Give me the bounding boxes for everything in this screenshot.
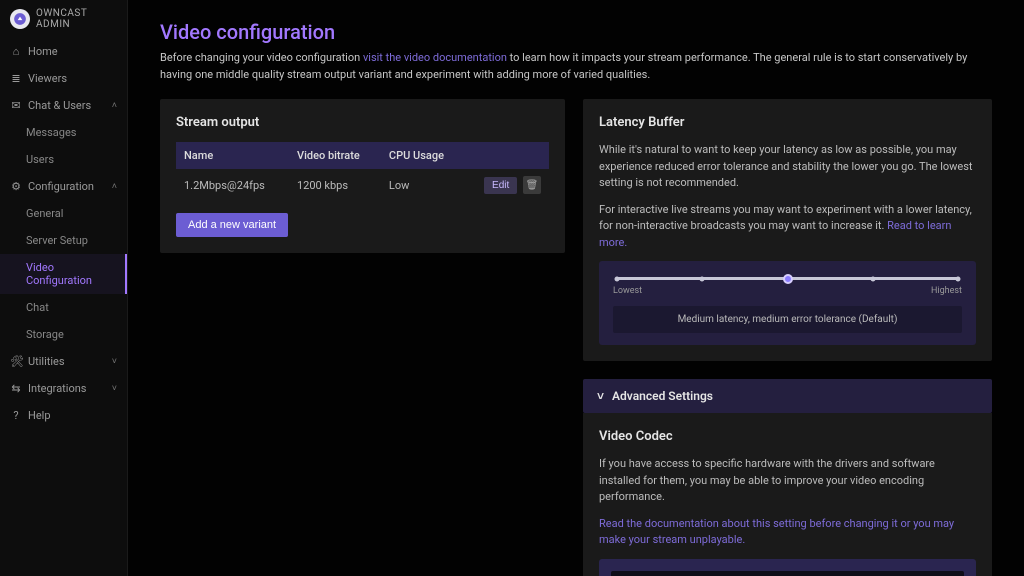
codec-title: Video Codec [599, 429, 976, 444]
col-name: Name [176, 142, 289, 169]
help-icon: ? [10, 409, 22, 422]
brand-line2: ADMIN [36, 19, 87, 30]
slider-track[interactable] [617, 277, 958, 280]
chevron-up-icon: ˄ [112, 181, 117, 192]
col-cpu: CPU Usage [381, 142, 464, 169]
variants-table: Name Video bitrate CPU Usage 1.2Mbps@24f… [176, 142, 549, 201]
nav-utilities[interactable]: 🛠 Utilities ˅ [0, 348, 127, 375]
gear-icon: ⚙ [10, 180, 22, 193]
brand-line1: OWNCAST [36, 8, 87, 19]
nav-video-configuration[interactable]: Video Configuration [0, 254, 127, 294]
codec-select[interactable]: Default (libx264) [611, 571, 964, 576]
chevron-down-icon: ˅ [112, 383, 117, 394]
tool-icon: 🛠 [10, 355, 22, 368]
viewers-icon: ≣ [10, 72, 22, 85]
chevron-down-icon: ˅ [597, 389, 604, 403]
chat-icon: ✉ [10, 99, 22, 112]
latency-desc2: For interactive live streams you may wan… [599, 202, 976, 252]
nav-chat[interactable]: Chat [0, 294, 127, 321]
main-content: Video configuration Before changing your… [128, 0, 1024, 576]
advanced-settings-toggle[interactable]: ˅ Advanced Settings [583, 379, 992, 413]
codec-desc: If you have access to specific hardware … [599, 456, 976, 506]
nav-users[interactable]: Users [0, 146, 127, 173]
latency-title: Latency Buffer [599, 115, 976, 130]
stream-output-panel: Stream output Name Video bitrate CPU Usa… [160, 99, 565, 253]
owncast-logo [10, 9, 30, 29]
slider-handle[interactable] [783, 274, 793, 284]
add-variant-button[interactable]: Add a new variant [176, 213, 288, 237]
latency-desc1: While it's natural to want to keep your … [599, 142, 976, 192]
page-title: Video configuration [160, 20, 992, 44]
advanced-settings-section: ˅ Advanced Settings Video Codec If you h… [583, 379, 992, 576]
latency-panel: Latency Buffer While it's natural to wan… [583, 99, 992, 361]
nav-chat-users[interactable]: ✉ Chat & Users ˄ [0, 92, 127, 119]
nav-server-setup[interactable]: Server Setup [0, 227, 127, 254]
sidebar: OWNCAST ADMIN ⌂ Home ≣ Viewers ✉ Chat & … [0, 0, 128, 576]
chevron-down-icon: ˅ [112, 356, 117, 367]
nav-storage[interactable]: Storage [0, 321, 127, 348]
edit-button[interactable]: Edit [484, 177, 517, 194]
page-intro: Before changing your video configuration… [160, 50, 992, 83]
stream-output-title: Stream output [176, 115, 549, 130]
nav-help[interactable]: ? Help [0, 402, 127, 429]
nav-home[interactable]: ⌂ Home [0, 38, 127, 65]
col-bitrate: Video bitrate [289, 142, 381, 169]
codec-box: Default (libx264) libx264 is the default… [599, 559, 976, 576]
nav-messages[interactable]: Messages [0, 119, 127, 146]
nav-configuration[interactable]: ⚙ Configuration ˄ [0, 173, 127, 200]
slider-low-label: Lowest [613, 286, 642, 296]
docs-link[interactable]: visit the video documentation [363, 51, 507, 64]
chevron-up-icon: ˄ [112, 100, 117, 111]
slider-high-label: Highest [931, 286, 962, 296]
latency-status: Medium latency, medium error tolerance (… [613, 306, 962, 333]
home-icon: ⌂ [10, 45, 22, 58]
delete-button[interactable]: 🗑 [523, 176, 541, 194]
nav-viewers[interactable]: ≣ Viewers [0, 65, 127, 92]
latency-slider[interactable]: Lowest Highest Medium latency, medium er… [599, 261, 976, 345]
codec-warn-link[interactable]: Read the documentation about this settin… [599, 517, 954, 547]
table-row: 1.2Mbps@24fps 1200 kbps Low Edit 🗑 [176, 169, 549, 201]
nav-integrations[interactable]: ⇆ Integrations ˅ [0, 375, 127, 402]
integrations-icon: ⇆ [10, 382, 22, 395]
brand-block: OWNCAST ADMIN [0, 0, 127, 38]
nav-general[interactable]: General [0, 200, 127, 227]
